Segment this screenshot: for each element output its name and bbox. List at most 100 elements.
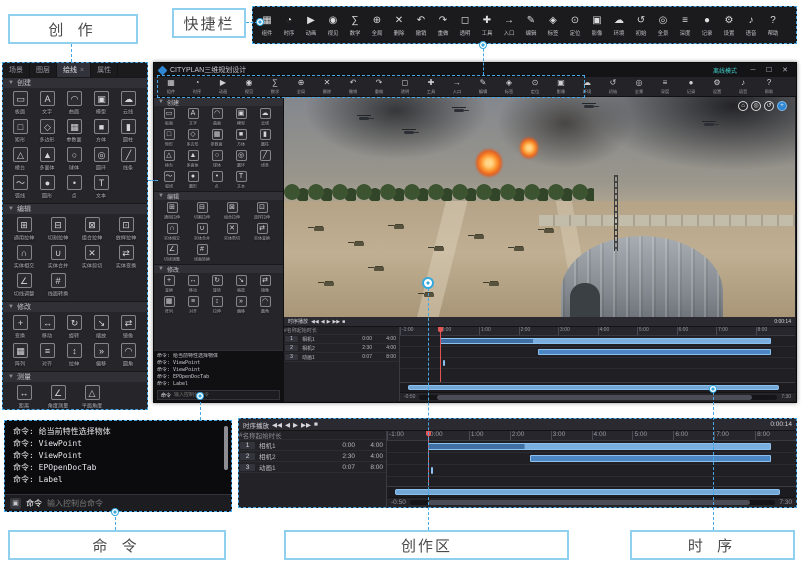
timeline-row[interactable]: 1 相机1 0:00 4:00: [239, 440, 386, 451]
viewport-nav-button[interactable]: ↺: [764, 101, 774, 111]
timeline-clip-bar[interactable]: [538, 349, 771, 355]
toolbar-button[interactable]: ↺ 初始: [600, 78, 626, 95]
tool-button[interactable]: ∠ 切线调整: [157, 244, 187, 263]
toolbar-button[interactable]: ? 帮助: [756, 78, 782, 95]
tool-button[interactable]: ⊠ 组合拉伸: [217, 202, 247, 221]
tool-button[interactable]: ✕ 实体剪切: [75, 245, 109, 270]
tool-button[interactable]: ▮ 圆柱: [115, 119, 142, 144]
tool-button[interactable]: ▦ 阵列: [7, 343, 34, 368]
tool-button[interactable]: ↔ 移动: [181, 275, 205, 294]
toolbar-button[interactable]: ⊙ 定位: [522, 78, 548, 95]
section-header-create[interactable]: ▼创建: [154, 97, 283, 106]
tab-draw[interactable]: 绘线×: [57, 63, 91, 77]
tool-button[interactable]: ∪ 实体合并: [41, 245, 75, 270]
timeline-lane[interactable]: [387, 441, 796, 453]
minimize-button[interactable]: ─: [747, 67, 759, 74]
quick-toolbar-button[interactable]: ⊕ 全局: [366, 14, 388, 37]
tool-button[interactable]: ☁ 云线: [115, 91, 142, 116]
playhead[interactable]: [440, 327, 441, 382]
tool-button[interactable]: # 线面转换: [41, 273, 75, 298]
tool-button[interactable]: + 变换: [157, 275, 181, 294]
tool-button[interactable]: ◇ 多边形: [181, 129, 205, 148]
tool-button[interactable]: • 点: [205, 171, 229, 190]
tool-button[interactable]: ⊞ 通用拉伸: [7, 217, 41, 242]
timeline-lane[interactable]: [400, 358, 795, 369]
tool-button[interactable]: ⊡ 放样拉伸: [247, 202, 277, 221]
tool-button[interactable]: ⊟ 切割拉伸: [41, 217, 75, 242]
timeline-clip-bar[interactable]: [530, 455, 771, 462]
tool-button[interactable]: T 文本: [88, 175, 115, 200]
tool-button[interactable]: ◠ 曲面: [61, 91, 88, 116]
tool-button[interactable]: ▲ 多面体: [34, 147, 61, 172]
quick-toolbar-button[interactable]: ✎ 编辑: [520, 14, 542, 37]
tool-button[interactable]: ∩ 实体相交: [7, 245, 41, 270]
quick-toolbar-button[interactable]: ♪ 语音: [740, 14, 762, 37]
tab-close-icon[interactable]: ×: [80, 67, 84, 74]
tool-button[interactable]: ↻ 旋转: [205, 275, 229, 294]
tool-button[interactable]: △ 棱台: [7, 147, 34, 172]
quick-toolbar-button[interactable]: ✕ 删除: [388, 14, 410, 37]
tool-button[interactable]: ↘ 缩放: [88, 315, 115, 340]
quick-toolbar-button[interactable]: → 入口: [498, 14, 520, 37]
timeline-clip-bar[interactable]: [440, 338, 772, 344]
toolbar-button[interactable]: ✚ 工具: [418, 78, 444, 95]
quick-toolbar-button[interactable]: ◔ 时序: [278, 14, 300, 37]
toolbar-button[interactable]: ≡ 深度: [652, 78, 678, 95]
tool-button[interactable]: ∠ 切线调整: [7, 273, 41, 298]
timeline-row[interactable]: 2 相机2 2:30 4:00: [239, 451, 386, 462]
tool-button[interactable]: ▦ 参数面: [61, 119, 88, 144]
close-button[interactable]: ✕: [779, 66, 791, 74]
quick-toolbar-button[interactable]: ▣ 影像: [586, 14, 608, 37]
tool-button[interactable]: ◇ 多边形: [34, 119, 61, 144]
transport-button[interactable]: ▶▶: [332, 319, 340, 325]
section-header-measure[interactable]: ▼测量: [3, 371, 147, 382]
transport-button[interactable]: ▶: [327, 319, 331, 325]
tool-button[interactable]: ▦ 参数面: [205, 129, 229, 148]
tool-button[interactable]: A 文字: [34, 91, 61, 116]
tab-layers[interactable]: 图层: [30, 63, 57, 77]
tool-button[interactable]: ▭ 板面: [157, 108, 181, 127]
tool-button[interactable]: □ 矩形: [157, 129, 181, 148]
transport-button[interactable]: ■: [314, 421, 318, 429]
transport-button[interactable]: ■: [342, 319, 345, 325]
tool-button[interactable]: ∪ 实体合并: [187, 223, 217, 242]
tool-button[interactable]: ● 圆形: [34, 175, 61, 200]
toolbar-button[interactable]: ↷ 重做: [366, 78, 392, 95]
toolbar-button[interactable]: ♪ 语音: [730, 78, 756, 95]
toolbar-button[interactable]: ▶ 动画: [210, 78, 236, 95]
toolbar-button[interactable]: ▦ 组件: [158, 78, 184, 95]
timeline-scrollbar[interactable]: [419, 395, 777, 400]
tab-scene[interactable]: 场景: [3, 63, 30, 77]
toolbar-button[interactable]: ◻ 透明: [392, 78, 418, 95]
tool-button[interactable]: ◎ 圆环: [229, 150, 253, 169]
timeline-lane[interactable]: [387, 453, 796, 465]
console-scrollbar[interactable]: [224, 426, 228, 470]
timeline-row[interactable]: 2 相机2 2:30 4:00: [284, 344, 399, 353]
tool-button[interactable]: ≡ 对齐: [181, 296, 205, 315]
timeline-lane[interactable]: [400, 336, 795, 347]
timeline-row[interactable]: 3 动画1 0:07 8:00: [284, 353, 399, 362]
toolbar-button[interactable]: ⚙ 设置: [704, 78, 730, 95]
quick-toolbar-button[interactable]: ◎ 全景: [652, 14, 674, 37]
tool-button[interactable]: ╱ 线条: [115, 147, 142, 172]
scrollbar-thumb[interactable]: [437, 395, 752, 400]
tool-button[interactable]: ∩ 实体相交: [157, 223, 187, 242]
timeline-lane[interactable]: [387, 465, 796, 477]
tool-button[interactable]: ⇄ 实体变换: [109, 245, 143, 270]
tool-button[interactable]: » 偏移: [229, 296, 253, 315]
transport-button[interactable]: ▶▶: [301, 421, 311, 429]
scrollbar-thumb[interactable]: [428, 500, 750, 505]
tool-button[interactable]: + 变换: [7, 315, 34, 340]
tool-button[interactable]: ⇄ 镜像: [253, 275, 277, 294]
tool-button[interactable]: ▮ 圆柱: [253, 129, 277, 148]
toolbar-button[interactable]: ☁ 环境: [574, 78, 600, 95]
console-input[interactable]: [174, 392, 276, 398]
timeline-row[interactable]: 3 动画1 0:07 8:00: [239, 462, 386, 473]
section-header-edit[interactable]: ▼编辑: [154, 191, 283, 200]
quick-toolbar-button[interactable]: ✚ 工具: [476, 14, 498, 37]
quick-toolbar-button[interactable]: ● 记录: [696, 14, 718, 37]
tool-button[interactable]: ☁ 云线: [253, 108, 277, 127]
maximize-button[interactable]: ☐: [763, 66, 775, 74]
tool-button[interactable]: ↕ 拉伸: [61, 343, 88, 368]
tool-button[interactable]: ～ 弧线: [157, 171, 181, 190]
